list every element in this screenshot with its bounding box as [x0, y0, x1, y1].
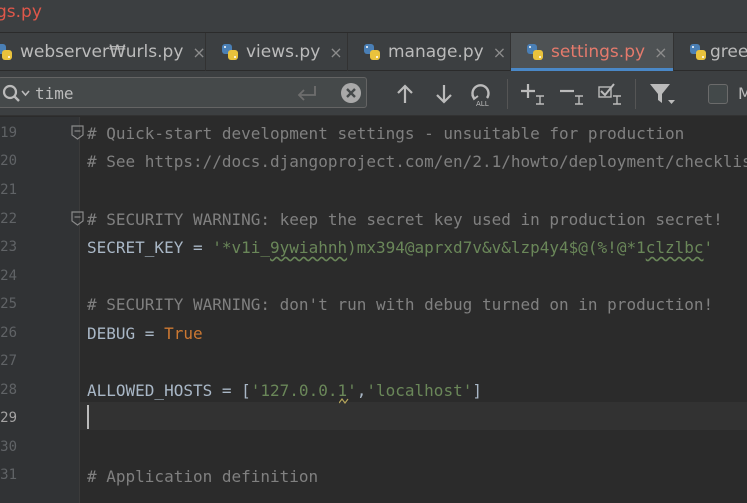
tab-label: manage.py: [388, 42, 484, 62]
string-literal: clzlbc: [645, 238, 704, 257]
fold-marker-icon[interactable]: [71, 211, 84, 226]
operator: =: [135, 324, 165, 343]
python-file-icon: [690, 44, 706, 60]
clear-search-icon[interactable]: [340, 82, 362, 104]
window-title: gs.py: [0, 2, 42, 22]
next-occurrence-icon[interactable]: [430, 81, 458, 107]
find-all-icon[interactable]: ALL: [468, 81, 496, 107]
close-icon[interactable]: ×: [654, 43, 667, 62]
match-case-checkbox[interactable]: [708, 84, 728, 104]
filter-icon[interactable]: [648, 81, 676, 107]
unselect-occurrence-icon[interactable]: [559, 81, 587, 107]
tab-label: views.py: [246, 42, 321, 62]
line-number: 19: [0, 125, 17, 141]
toolbar-separator: [635, 79, 636, 109]
operator: = [: [212, 381, 251, 400]
add-selection-next-icon[interactable]: [520, 81, 548, 107]
close-icon[interactable]: ×: [493, 43, 506, 62]
string-literal: 9ywiahnh: [270, 238, 348, 257]
close-icon[interactable]: ×: [192, 43, 205, 62]
line-number: 27: [0, 353, 17, 369]
python-file-icon: [527, 44, 543, 60]
toolbar-separator: [507, 79, 508, 109]
search-box: [0, 77, 367, 108]
match-case-label: M: [738, 84, 747, 103]
search-icon[interactable]: [1, 83, 31, 103]
previous-occurrence-icon[interactable]: [391, 81, 419, 107]
code-line-31: # Application definition: [87, 467, 319, 486]
line-number: 26: [0, 325, 17, 341]
weak-warning-marker: [339, 398, 349, 404]
line-number-current: 29: [0, 410, 17, 426]
tab-label: settings.py: [551, 42, 646, 62]
code-line-28: ALLOWED_HOSTS = ['127.0.0.1','localhost'…: [87, 377, 482, 405]
text-caret: [87, 405, 89, 429]
line-number: 22: [0, 211, 17, 227]
code-line-26: DEBUG = True: [87, 320, 203, 348]
svg-text:ALL: ALL: [476, 100, 489, 107]
tab-manage[interactable]: manage.py ×: [348, 33, 511, 71]
tab-label: webserver₩urls.py: [20, 42, 184, 62]
code-line-19: # Quick-start development settings - uns…: [87, 124, 685, 143]
line-number: 31: [0, 467, 17, 483]
string-literal: ': [703, 238, 714, 257]
close-icon[interactable]: ×: [329, 43, 342, 62]
python-file-icon: [0, 44, 12, 60]
code-line-23: SECRET_KEY = '*v1i_9ywiahnh)mx394@aprxd7…: [87, 234, 713, 262]
line-number: 23: [0, 239, 17, 255]
variable-name: ALLOWED_HOSTS: [87, 381, 213, 400]
enter-icon: [297, 86, 316, 101]
code-editor[interactable]: 19 20 21 22 23 24 25 26 27 28 29 30 31 #…: [0, 117, 747, 503]
variable-name: SECRET_KEY: [87, 238, 184, 257]
editor-tab-bar: webserver₩urls.py × views.py × manage.py…: [0, 33, 747, 71]
variable-name: DEBUG: [87, 324, 136, 343]
comma: ,: [356, 381, 367, 400]
python-file-icon: [222, 44, 238, 60]
select-all-occurrences-icon[interactable]: [597, 81, 625, 107]
tab-gree[interactable]: gree: [674, 33, 747, 71]
title-bar: gs.py: [0, 0, 747, 32]
string-literal: )mx394@aprxd7v&v&lzp4y4$@(%!@*1: [347, 238, 646, 257]
line-number: 20: [0, 153, 17, 169]
line-number: 30: [0, 439, 17, 455]
line-number: 24: [0, 268, 17, 284]
line-number-gutter: 19 20 21 22 23 24 25 26 27 28 29 30 31: [0, 117, 84, 503]
tab-label: gree: [710, 42, 747, 62]
string-literal: 'localhost': [366, 381, 473, 400]
keyword-literal: True: [164, 324, 203, 343]
code-line-22: # SECURITY WARNING: keep the secret key …: [87, 210, 723, 229]
operator: =: [183, 238, 213, 257]
line-number: 25: [0, 296, 17, 312]
search-input[interactable]: [35, 81, 285, 105]
code-line-25: # SECURITY WARNING: don't run with debug…: [87, 295, 714, 314]
tab-views[interactable]: views.py ×: [206, 33, 348, 71]
tab-settings[interactable]: settings.py ×: [511, 33, 674, 71]
code-line-20: # See https://docs.djangoproject.com/en/…: [87, 152, 747, 171]
line-number: 28: [0, 382, 17, 398]
python-file-icon: [364, 44, 380, 60]
find-toolbar: ALL M: [0, 71, 747, 116]
line-number: 21: [0, 182, 17, 198]
tab-urls[interactable]: webserver₩urls.py ×: [0, 33, 206, 71]
bracket: ]: [472, 381, 482, 400]
current-line-highlight: [80, 402, 747, 430]
fold-marker-icon[interactable]: [71, 125, 84, 140]
string-literal: '*v1i_: [212, 238, 271, 257]
